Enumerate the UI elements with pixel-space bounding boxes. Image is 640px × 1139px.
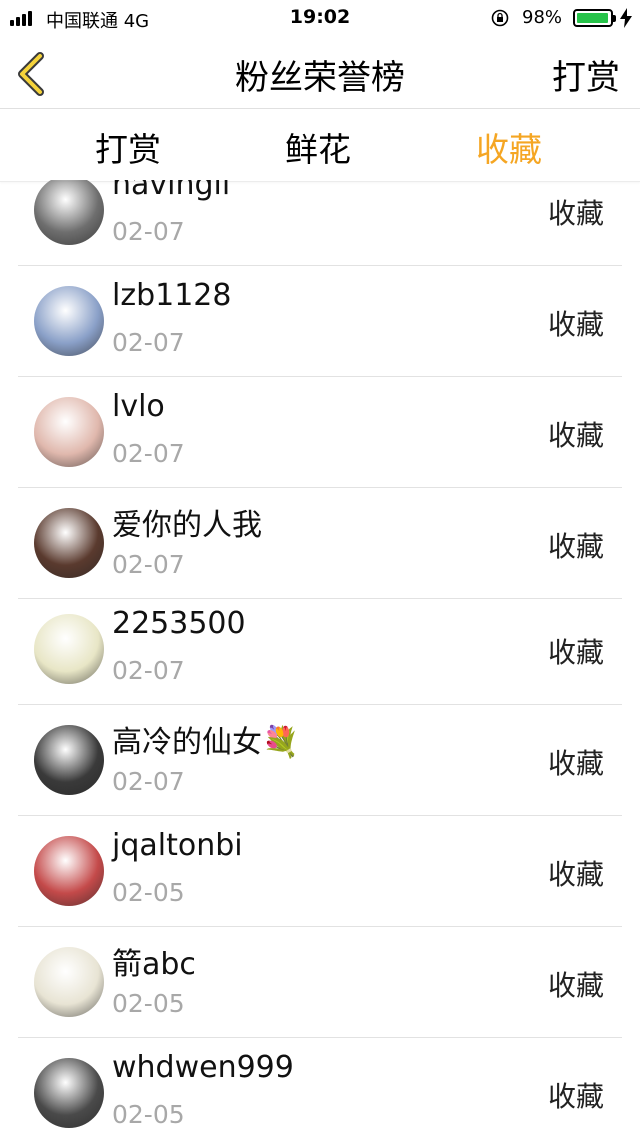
avatar[interactable] [34, 397, 104, 467]
avatar[interactable] [34, 725, 104, 795]
nav-bar: 粉丝荣誉榜 打赏 [0, 36, 640, 109]
list-item[interactable]: lvlo 02-07 收藏 [0, 377, 640, 488]
list-item[interactable]: whdwen999 02-05 收藏 [0, 1038, 640, 1139]
avatar[interactable] [34, 180, 104, 245]
date-label: 02-05 [112, 989, 185, 1018]
page-title: 粉丝荣誉榜 [235, 58, 405, 98]
list-item[interactable]: jqaltonbi 02-05 收藏 [0, 816, 640, 927]
date-label: 02-07 [112, 656, 185, 685]
avatar[interactable] [34, 947, 104, 1017]
avatar[interactable] [34, 508, 104, 578]
list-item[interactable]: lzb1128 02-07 收藏 [0, 266, 640, 377]
list-item[interactable]: 箭abc 02-05 收藏 [0, 927, 640, 1038]
status-bar: 中国联通 4G 19:02 98% [0, 0, 640, 36]
action-label: 收藏 [547, 969, 604, 1002]
username: whdwen999 [112, 1050, 294, 1085]
action-label: 收藏 [547, 1080, 604, 1113]
username: 高冷的仙女💐 [112, 725, 300, 760]
list-item[interactable]: 爱你的人我 02-07 收藏 [0, 488, 640, 599]
username: lvlo [112, 389, 165, 424]
action-label: 收藏 [547, 858, 604, 891]
username: lzb1128 [112, 278, 232, 313]
avatar[interactable] [34, 614, 104, 684]
action-label: 收藏 [547, 308, 604, 341]
charging-icon [620, 8, 632, 28]
tab-favorites[interactable]: 收藏 [476, 123, 542, 171]
username: 箭abc [112, 947, 196, 982]
fan-list: havingli 02-07 收藏 lzb1128 02-07 收藏 lvlo 02-07 收藏… [0, 180, 640, 1139]
tab-flowers[interactable]: 鲜花 [285, 123, 351, 171]
date-label: 02-07 [112, 550, 185, 579]
date-label: 02-05 [112, 1100, 185, 1129]
action-label: 收藏 [547, 530, 604, 563]
date-label: 02-07 [112, 439, 185, 468]
list-item[interactable]: havingli 02-07 收藏 [0, 180, 640, 266]
username: havingli [112, 180, 231, 202]
list-item[interactable]: 高冷的仙女💐 02-07 收藏 [0, 705, 640, 816]
battery-icon [573, 9, 616, 27]
avatar[interactable] [34, 286, 104, 356]
tab-reward[interactable]: 打赏 [95, 123, 161, 171]
avatar[interactable] [34, 836, 104, 906]
action-label: 收藏 [547, 636, 604, 669]
date-label: 02-07 [112, 217, 185, 246]
action-label: 收藏 [547, 197, 604, 230]
username: 爱你的人我 [112, 508, 262, 543]
date-label: 02-07 [112, 328, 185, 357]
list-item[interactable]: 2253500 02-07 收藏 [0, 594, 640, 705]
action-label: 收藏 [547, 747, 604, 780]
reward-button[interactable]: 打赏 [552, 50, 620, 99]
avatar[interactable] [34, 1058, 104, 1128]
username: 2253500 [112, 606, 246, 641]
orientation-lock-icon [491, 9, 509, 27]
action-label: 收藏 [547, 419, 604, 452]
date-label: 02-05 [112, 878, 185, 907]
tab-bar: 打赏 鲜花 收藏 [0, 109, 640, 182]
battery-percent: 98% [522, 7, 563, 28]
username: jqaltonbi [112, 828, 243, 863]
date-label: 02-07 [112, 767, 185, 796]
